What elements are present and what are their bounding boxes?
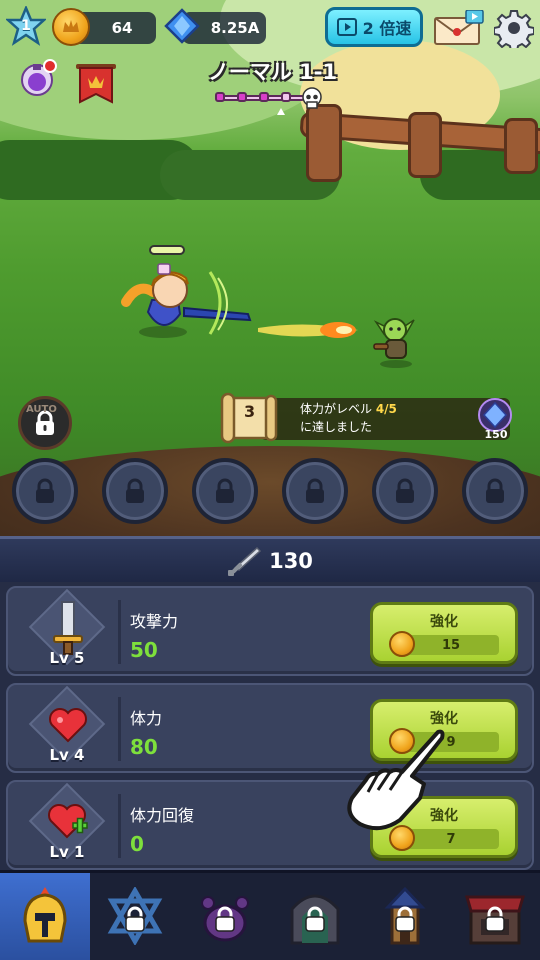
quest-text-prefix: 体力がレベル [300,402,376,416]
stat-name: 体力回復 [130,806,195,825]
upgrade-cost-value: 15 [441,637,461,653]
player-level-badge[interactable]: 1 [4,4,48,46]
skill-slot-locked[interactable] [12,458,78,524]
skill-slot-locked[interactable] [192,458,258,524]
stat-icon-frame: Lv 4 [22,685,112,769]
fire-arrow-effect [258,322,358,338]
dirt-ground [0,446,540,536]
sword-icon [228,546,262,576]
stat-name: 攻撃力 [130,612,179,631]
boss-banner-button[interactable] [76,62,116,106]
stat-level: Lv 1 [49,843,85,861]
stage-title: ノーマル 1-1 [207,60,338,84]
stat-icon-frame: Lv 1 [22,782,112,866]
upgrade-button[interactable]: 強化 15 [370,602,518,664]
stage-progress-dot [237,92,247,102]
stat-value: 0 [130,832,144,856]
card-divider [118,794,121,858]
gear-icon [493,10,535,52]
stage-progress-dot [281,92,291,102]
total-attack-bar: 130 [0,536,540,582]
stage-progress [215,92,309,103]
lock-icon [212,905,238,932]
quest-banner[interactable]: 3 体力がレベル 4/5 に達しました 150 [220,392,520,444]
nav-tab-star[interactable] [90,873,180,960]
hero-character [118,242,268,342]
quest-reward-amount: 150 [484,428,508,441]
sword-icon [46,600,90,656]
quest-description: 体力がレベル 4/5 に達しました [300,400,397,436]
stat-name: 体力 [130,709,163,728]
helmet-icon [17,885,73,951]
stat-value: 80 [130,735,158,759]
nav-tab-shop[interactable] [450,873,540,960]
nav-tab-hero[interactable] [0,873,90,960]
battle-scene: 1 64 8.25A 2 倍速 ノーマル 1-1 AUTO 3 体力がレベル 4… [0,0,540,536]
banner-icon [76,64,116,104]
upgrade-panel: Lv 5 攻撃力 50 強化 15 Lv 4 体力 80 強化 9 Lv 1 体力回復 0 強化 7 [0,582,540,870]
card-divider [118,600,121,664]
upgrade-cost: 15 [403,635,499,655]
potion-icon [21,59,57,96]
tutorial-hand-pointer [340,724,450,834]
fence-post [504,118,538,174]
nav-tab-tower[interactable] [360,873,450,960]
mail-icon [434,9,484,45]
settings-button[interactable] [493,8,535,52]
card-divider [118,697,121,761]
coin-icon [389,631,415,657]
speed-label: 2 倍速 [362,19,412,38]
lock-icon [392,905,418,932]
stage-progress-pointer [277,108,285,115]
stat-level: Lv 5 [49,649,85,667]
fence-post [408,112,442,178]
skill-slot-locked[interactable] [462,458,528,524]
lock-icon [396,478,414,503]
nav-tab-dungeon[interactable] [270,873,360,960]
total-attack-value: 130 [269,548,313,573]
heart-plus-icon [46,794,90,850]
gem-icon [164,8,200,44]
speed-button[interactable]: 2 倍速 [325,7,423,47]
potion-button[interactable] [18,58,58,98]
upgrade-button-label: 強化 [430,614,458,630]
skill-slot-locked[interactable] [282,458,348,524]
nav-tab-pet[interactable] [180,873,270,960]
stat-value: 50 [130,638,158,662]
stat-level: Lv 4 [49,746,85,764]
lock-icon [302,905,328,932]
player-level: 1 [21,18,31,34]
lock-icon [482,905,508,932]
lock-icon [126,478,144,503]
mail-button[interactable] [434,9,484,46]
upgrade-card: Lv 5 攻撃力 50 強化 15 [6,586,534,676]
stat-icon-frame: Lv 5 [22,588,112,672]
skill-slot-locked[interactable] [372,458,438,524]
auto-label: AUTO [26,404,57,415]
goblin-enemy [370,308,418,368]
stage-progress-dot [259,92,269,102]
video-icon [336,18,357,36]
stage-progress-dot [215,92,225,102]
lock-icon [122,905,148,932]
skill-slot-locked[interactable] [102,458,168,524]
gem-reward-icon [478,398,512,432]
upgrade-card: Lv 1 体力回復 0 強化 7 [6,780,534,870]
lock-icon [306,478,324,503]
coin-icon [52,8,90,46]
boss-skull-icon [300,87,324,109]
lock-icon [216,478,234,503]
coin-amount: 64 [111,19,133,37]
bottom-navigation [0,870,540,960]
fence-post [306,104,342,182]
gem-amount: 8.25A [210,19,260,37]
quest-text-suffix: に達しました [300,420,373,434]
quest-number: 3 [244,402,256,421]
lock-icon [486,478,504,503]
quest-progress: 4/5 [375,402,397,416]
lock-icon [36,478,54,503]
upgrade-card: Lv 4 体力 80 強化 9 [6,683,534,773]
heart-icon [46,697,90,753]
